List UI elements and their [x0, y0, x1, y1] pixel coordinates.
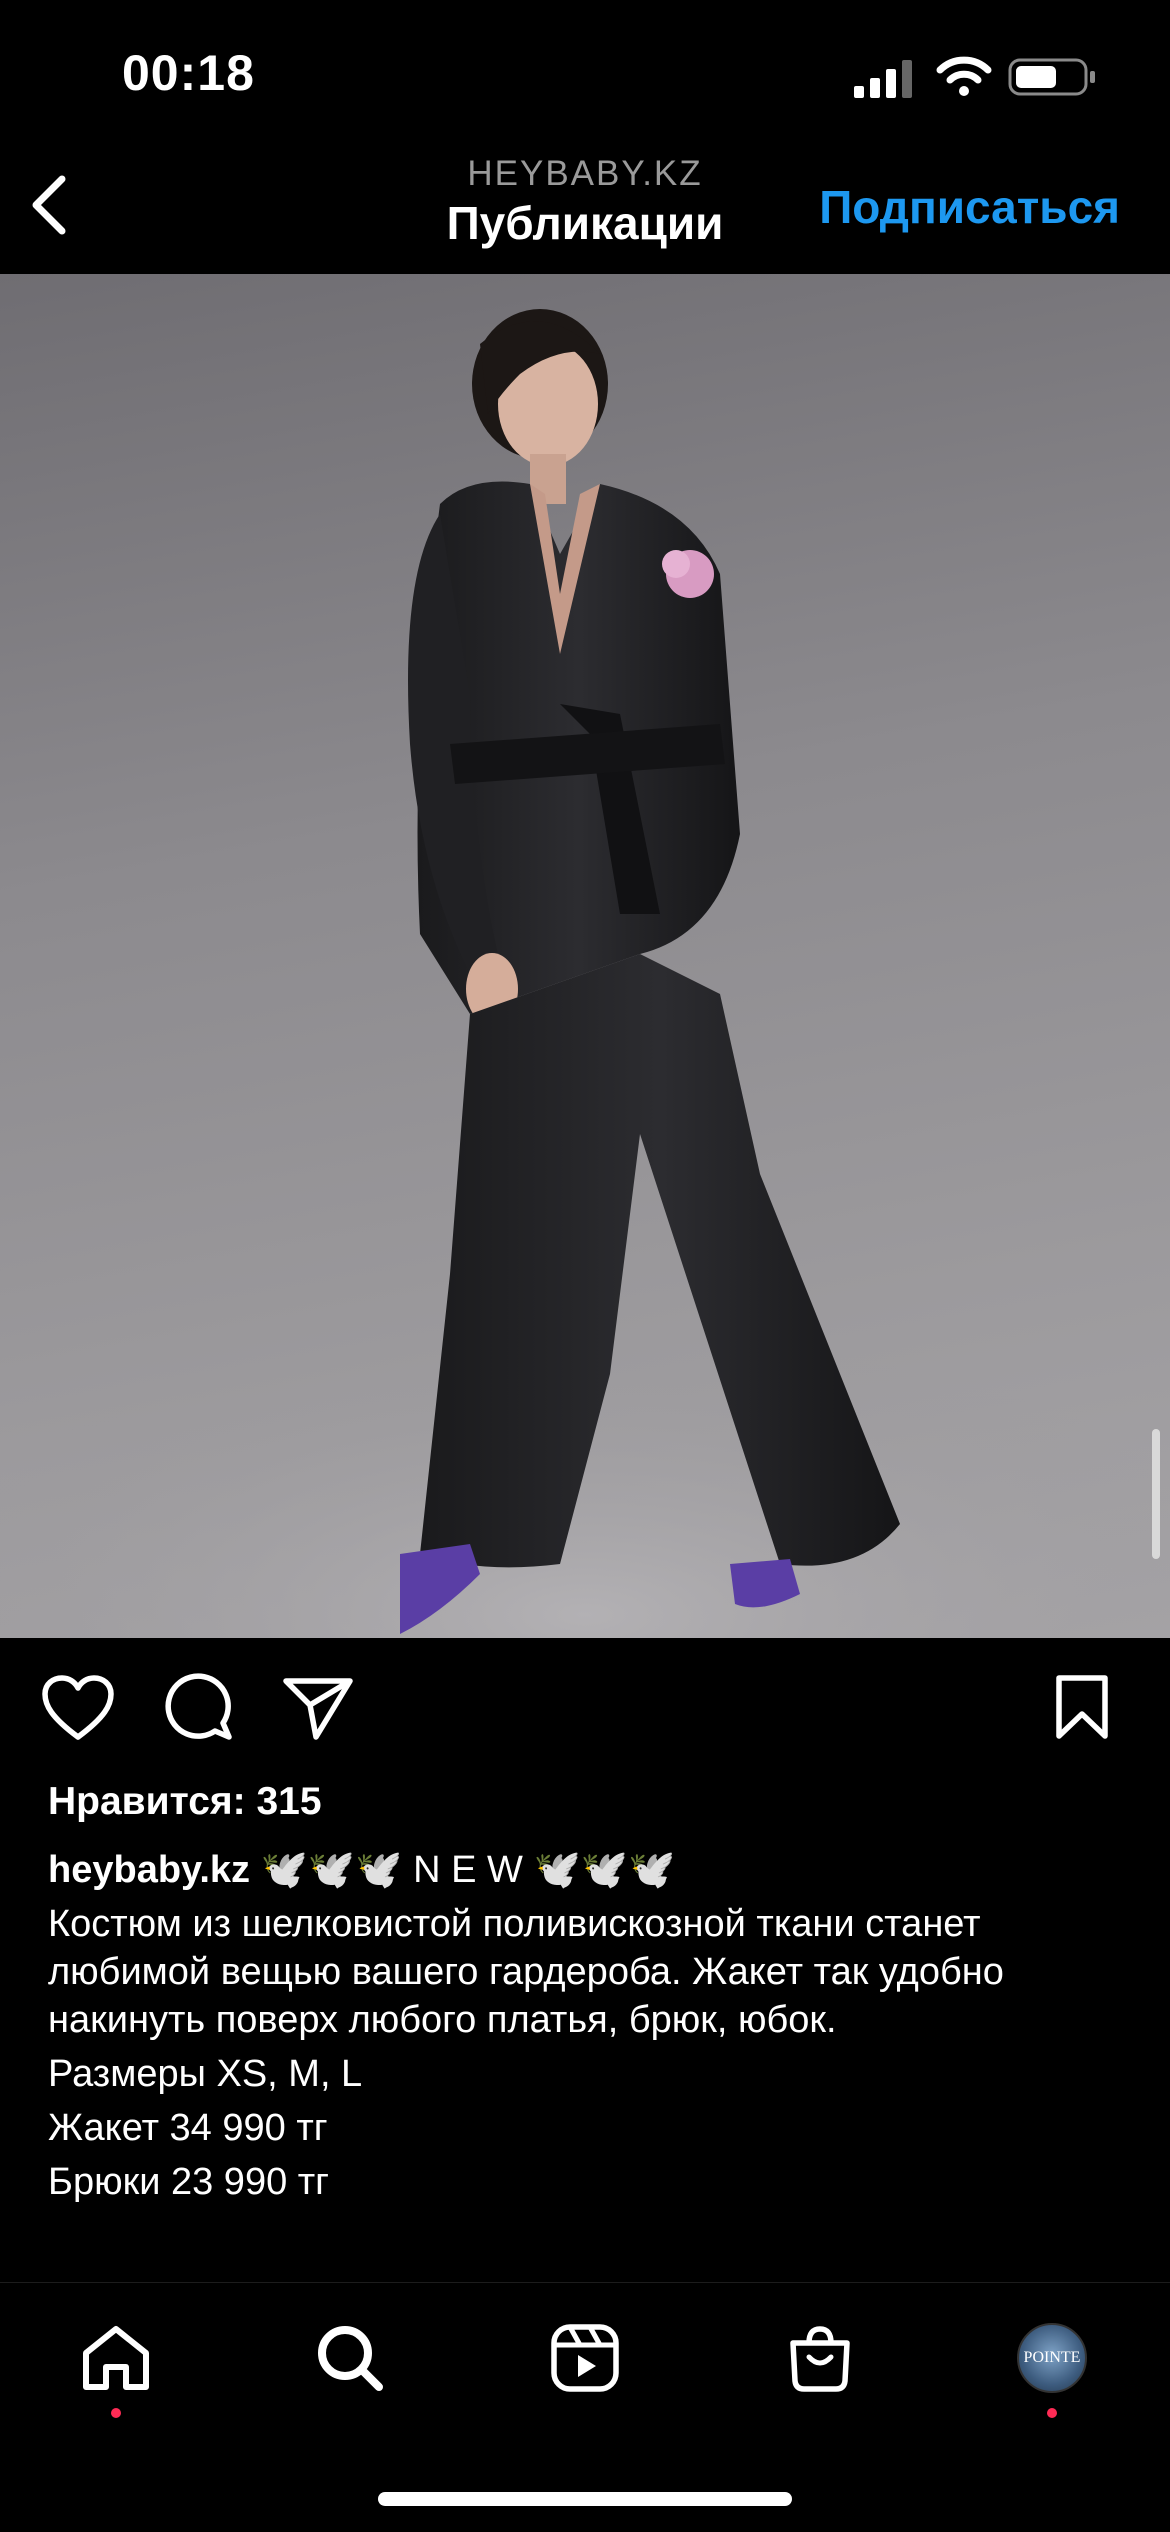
subscribe-button[interactable]: Подписаться — [819, 180, 1120, 234]
caption-line: Костюм из шелковистой поливискозной ткан… — [48, 1903, 1004, 2041]
header: HEYBABY.KZ Публикации Подписаться — [0, 140, 1170, 274]
bookmark-icon — [1056, 1675, 1108, 1739]
post-image[interactable] — [0, 274, 1170, 1638]
caption-headline-text: 🕊️🕊️🕊️ N E W 🕊️🕊️🕊️ — [260, 1849, 676, 1891]
shopping-bag-icon — [790, 2326, 850, 2392]
like-button[interactable] — [38, 1668, 118, 1748]
reels-icon — [551, 2324, 619, 2392]
profile-avatar: POINTE — [1017, 2323, 1087, 2393]
tab-profile[interactable]: POINTE — [1012, 2318, 1092, 2398]
caption-line: Жакет 34 990 тг — [48, 2107, 328, 2149]
home-indicator[interactable] — [378, 2492, 792, 2506]
heart-icon — [42, 1675, 114, 1740]
send-icon — [283, 1678, 353, 1740]
comment-icon — [165, 1673, 232, 1740]
caption-line: Размеры XS, M, L — [48, 2053, 363, 2095]
tab-shop[interactable] — [780, 2318, 860, 2398]
wifi-icon — [936, 56, 992, 96]
post-caption: heybaby.kz 🕊️🕊️🕊️ N E W 🕊️🕊️🕊️ Костюм из… — [48, 1846, 1128, 2212]
caption-line: Брюки 23 990 тг — [48, 2161, 330, 2203]
save-button[interactable] — [1042, 1668, 1122, 1748]
post-actions — [0, 1660, 1170, 1760]
scroll-indicator[interactable] — [1152, 1429, 1160, 1559]
cellular-signal-icon — [854, 60, 912, 98]
tab-home[interactable] — [76, 2318, 156, 2398]
caption-headline: heybaby.kz 🕊️🕊️🕊️ N E W 🕊️🕊️🕊️ — [48, 1846, 1128, 1894]
home-notification-dot — [111, 2408, 121, 2418]
likes-count[interactable]: Нравится: 315 — [48, 1780, 322, 1824]
tab-search[interactable] — [310, 2318, 390, 2398]
tab-reels[interactable] — [545, 2318, 625, 2398]
caption-username[interactable]: heybaby.kz — [48, 1849, 250, 1891]
home-icon — [83, 2326, 149, 2390]
model-suit-illustration — [0, 309, 1170, 1638]
battery-icon — [1008, 58, 1095, 96]
profile-notification-dot — [1047, 2408, 1057, 2418]
share-button[interactable] — [278, 1668, 358, 1748]
search-icon — [318, 2326, 383, 2391]
comment-button[interactable] — [158, 1668, 238, 1748]
status-bar: 00:18 — [0, 0, 1170, 140]
status-time: 00:18 — [122, 45, 255, 101]
